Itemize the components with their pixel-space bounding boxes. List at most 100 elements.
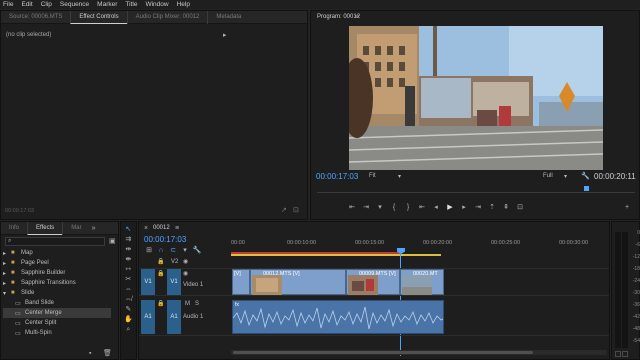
v1-track-target[interactable]: V1 <box>167 269 181 295</box>
menu-edit[interactable]: Edit <box>21 1 32 8</box>
step-forward-icon[interactable]: ▸ <box>457 204 471 211</box>
track-lock-icon[interactable]: 🔒 <box>157 271 164 278</box>
tab-audio-clip-mixer[interactable]: Audio Clip Mixer: 00012 <box>126 10 208 24</box>
menu-file[interactable]: File <box>3 1 13 8</box>
program-playhead[interactable] <box>583 186 589 191</box>
video-clip[interactable]: 00009.MTS [V] <box>346 269 400 295</box>
list-item[interactable]: ▸ ■ Page Peel <box>3 258 111 268</box>
video-clip[interactable]: [V] <box>232 269 250 295</box>
menu-sequence[interactable]: Sequence <box>60 1 89 8</box>
a1-track-target[interactable]: A1 <box>167 300 181 334</box>
scrollbar-thumb[interactable] <box>233 351 533 354</box>
tab-markers[interactable]: Mar <box>62 221 89 235</box>
track-lock-icon[interactable]: 🔒 <box>157 301 164 308</box>
add-marker-icon[interactable]: ▾ <box>179 247 191 254</box>
zoom-tool-icon[interactable]: ⌕ <box>124 326 133 333</box>
button-editor-icon[interactable]: + <box>625 204 629 211</box>
tab-source[interactable]: Source: 00006.MTS <box>1 11 70 24</box>
timeline-menu-icon[interactable]: ≡ <box>175 225 179 232</box>
list-item[interactable]: ▸ ■ Sapphire Builder <box>3 268 111 278</box>
mute-track-button[interactable]: M <box>185 301 190 307</box>
tab-metadata[interactable]: Metadata <box>207 10 249 24</box>
timeline-tab[interactable]: 00012 <box>153 225 170 231</box>
tab-info[interactable]: Info <box>1 222 27 235</box>
razor-tool-icon[interactable]: ✂ <box>124 276 133 283</box>
new-custom-bin-icon[interactable]: ▪ <box>89 350 91 357</box>
list-item[interactable]: ▭ Center Merge <box>3 308 111 318</box>
step-back-icon[interactable]: ◂ <box>429 204 443 211</box>
trash-icon[interactable]: 🗑 <box>103 350 112 357</box>
list-item[interactable]: ▭ Center Split <box>3 318 111 328</box>
meter-solo-button-right[interactable] <box>622 351 628 357</box>
timeline-settings-icon[interactable]: 🔧 <box>191 247 203 254</box>
settings-icon[interactable]: ⊡ <box>293 207 299 214</box>
v1-source-patch[interactable]: V1 <box>141 269 155 295</box>
lift-icon[interactable]: ⇡ <box>485 204 499 211</box>
slide-tool-icon[interactable]: ⇎ <box>124 296 133 303</box>
meter-tick-label: -12 <box>632 254 640 260</box>
ripple-edit-tool-icon[interactable]: ⇹ <box>124 246 133 253</box>
linked-selection-icon[interactable]: ⊂ <box>167 247 179 254</box>
video-frame-image <box>349 26 603 170</box>
list-item[interactable]: ▭ Multi-Spin <box>3 328 111 338</box>
program-menu-icon[interactable]: ≡ <box>355 14 359 21</box>
solo-track-button[interactable]: S <box>195 301 199 307</box>
track-select-tool-icon[interactable]: ⇉ <box>124 236 133 243</box>
new-bin-icon[interactable]: ▣ <box>109 238 116 245</box>
mark-in-icon[interactable]: ⇤ <box>345 204 359 211</box>
tab-effect-controls[interactable]: Effect Controls <box>70 10 127 24</box>
timeline-ruler[interactable]: 00:00 00:00:10:00 00:00:15:00 00:00:20:0… <box>231 240 601 256</box>
wrench-icon[interactable]: 🔧 <box>581 173 590 180</box>
add-marker-icon[interactable]: ▾ <box>373 204 387 211</box>
menu-window[interactable]: Window <box>145 1 168 8</box>
meter-solo-button-left[interactable] <box>615 351 621 357</box>
hand-tool-icon[interactable]: ✋ <box>124 316 133 323</box>
ruler-tick-label: 00:00 <box>231 240 245 246</box>
track-visibility-icon[interactable]: ◉ <box>183 271 188 278</box>
track-lock-icon[interactable]: 🔒 <box>157 259 164 266</box>
menu-marker[interactable]: Marker <box>97 1 117 8</box>
a1-source-patch[interactable]: A1 <box>141 300 155 334</box>
menu-title[interactable]: Title <box>125 1 137 8</box>
selection-tool-icon[interactable]: ↖ <box>124 226 133 233</box>
mark-clip-out-icon[interactable]: } <box>401 204 415 211</box>
play-icon[interactable]: ▶ <box>443 204 457 211</box>
slip-tool-icon[interactable]: ⇔ <box>124 286 133 293</box>
timeline-close-icon[interactable]: × <box>144 225 148 232</box>
list-item[interactable]: ▾ ■ Slide <box>3 288 111 298</box>
track-visibility-icon[interactable]: ◉ <box>183 259 188 266</box>
extract-icon[interactable]: ⇞ <box>499 204 513 211</box>
pen-tool-icon[interactable]: ✎ <box>124 306 133 313</box>
nest-sequence-icon[interactable]: ⊞ <box>143 247 155 254</box>
snap-icon[interactable]: ∩ <box>155 247 167 254</box>
expand-arrow-icon[interactable]: ▸ <box>223 32 227 39</box>
track-v1: V1 🔒 V1 ◉ Video 1 [V] 00012.MTS [V] 0000… <box>139 268 609 296</box>
export-frame-icon[interactable]: ⊡ <box>513 204 527 211</box>
list-item[interactable]: ▸ ■ Map <box>3 248 111 258</box>
menu-clip[interactable]: Clip <box>41 1 52 8</box>
go-to-out-icon[interactable]: ⇥ <box>471 204 485 211</box>
timeline-current-time[interactable]: 00:00:17:03 <box>144 235 186 244</box>
work-area-bar[interactable] <box>231 254 441 256</box>
zoom-fit-label: Fit <box>369 173 376 179</box>
go-to-in-icon[interactable]: ⇤ <box>415 204 429 211</box>
rolling-edit-tool-icon[interactable]: ⇼ <box>124 256 133 263</box>
video-clip[interactable]: 00012.MTS [V] <box>250 269 346 295</box>
list-item[interactable]: ▭ Band Slide <box>3 298 111 308</box>
zoom-fit-select[interactable]: Fit ▾ <box>369 173 401 181</box>
panel-overflow-icon[interactable]: » <box>92 225 96 232</box>
program-current-time[interactable]: 00:00:17:03 <box>316 172 358 181</box>
rate-stretch-tool-icon[interactable]: ⇿ <box>124 266 133 273</box>
effects-search-input[interactable]: ⌕ <box>5 237 105 246</box>
list-item[interactable]: ▸ ■ Sapphire Transitions <box>3 278 111 288</box>
folder-icon: ■ <box>11 290 15 296</box>
export-frame-icon[interactable]: ↗ <box>281 207 287 214</box>
mark-clip-in-icon[interactable]: { <box>387 204 401 211</box>
video-clip[interactable]: 00020.MT <box>400 269 444 295</box>
playback-resolution-select[interactable]: Full ▾ <box>543 173 567 181</box>
audio-clip[interactable]: fx <box>232 300 444 334</box>
mark-out-icon[interactable]: ⇥ <box>359 204 373 211</box>
menu-help[interactable]: Help <box>177 1 190 8</box>
timeline-horizontal-scrollbar[interactable] <box>231 350 607 355</box>
tab-effects[interactable]: Effects <box>27 221 63 235</box>
